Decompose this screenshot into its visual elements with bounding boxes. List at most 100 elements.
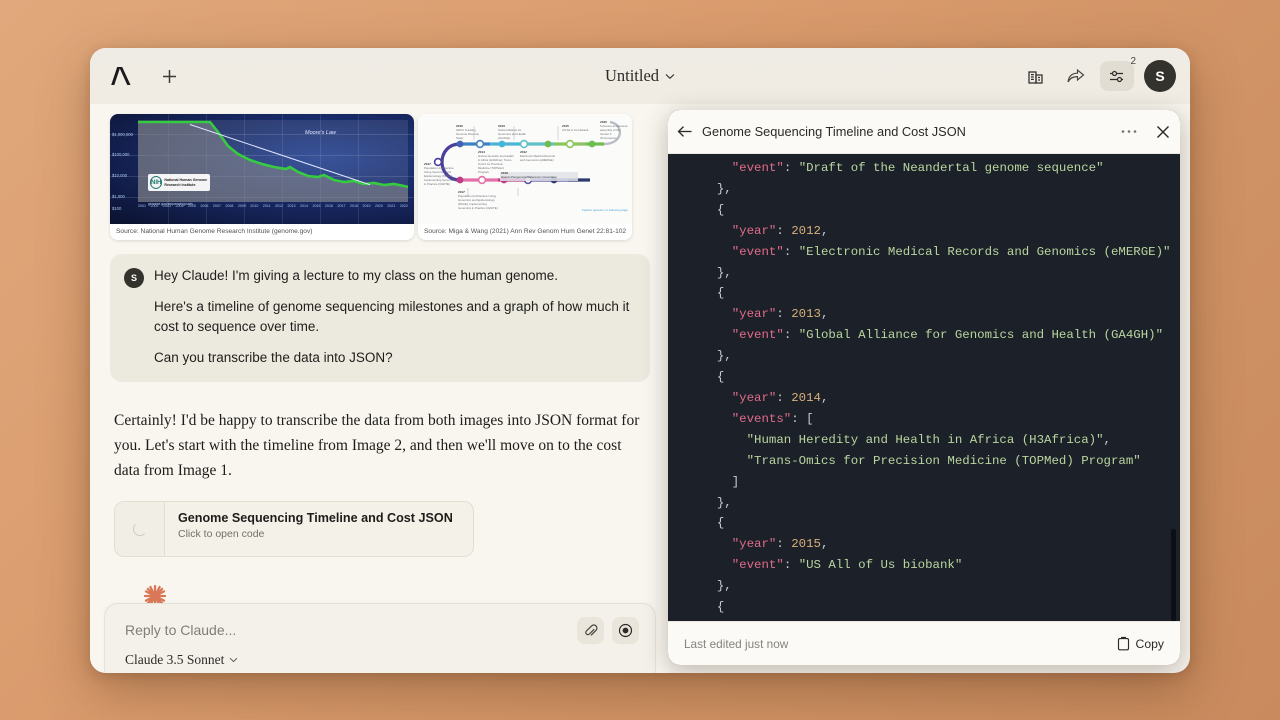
xtick: 2017: [337, 204, 345, 212]
code-token: 2013: [791, 307, 821, 321]
record-icon[interactable]: [612, 617, 639, 644]
attachment-cost-chart[interactable]: $1,000,000 $100,000 $10,000 $1,000 $100 …: [110, 114, 414, 240]
chevron-down-icon: [229, 657, 238, 663]
code-token: "event": [732, 328, 784, 342]
chat-column: $1,000,000 $100,000 $10,000 $1,000 $100 …: [90, 104, 670, 673]
window-title[interactable]: Untitled: [605, 66, 675, 86]
xtick: 2011: [263, 204, 271, 212]
code-token: [702, 537, 732, 551]
settings-badge-count: 2: [1130, 56, 1136, 67]
xtick: 2005: [188, 204, 196, 212]
tl-text: Population Architecture Using Genomics a…: [424, 166, 455, 186]
xtick: 2003: [163, 204, 171, 212]
timeline-thumbnail: 2016 GRCh Curating Genome Diversity Stud…: [418, 114, 632, 224]
model-selector[interactable]: Claude 3.5 Sonnet: [125, 652, 238, 668]
code-token: },: [702, 266, 732, 280]
code-panel-body[interactable]: "event": "Draft of the Neandertal genome…: [668, 154, 1180, 621]
code-token: ,: [821, 224, 828, 238]
xtick: 2014: [300, 204, 308, 212]
code-token: {: [702, 203, 724, 217]
code-token: :: [776, 224, 791, 238]
cost-chart-caption: Source: National Human Genome Research I…: [110, 224, 414, 240]
settings-sliders-icon[interactable]: 2: [1100, 61, 1134, 91]
xtick: 2015: [313, 204, 321, 212]
assistant-message: Certainly! I'd be happy to transcribe th…: [114, 408, 646, 609]
timeline-caption: Source: Miga & Wang (2021) Ann Rev Genom…: [418, 224, 632, 240]
code-token: [702, 454, 747, 468]
cost-chart-ytick-4: $100: [112, 206, 121, 211]
composer[interactable]: Reply to Claude... Claude 3.5 Sonnet: [104, 603, 656, 673]
xtick: 2002: [150, 204, 158, 212]
xtick: 2020: [375, 204, 383, 212]
ellipsis-icon[interactable]: [1112, 129, 1146, 134]
last-edited-label: Last edited just now: [684, 637, 788, 651]
composer-tools: [577, 617, 639, 644]
user-message-line-2: Here's a timeline of genome sequencing m…: [154, 297, 634, 337]
artifact-card[interactable]: Genome Sequencing Timeline and Cost JSON…: [114, 501, 474, 557]
code-token: ,: [821, 391, 828, 405]
code-token: ,: [821, 307, 828, 321]
code-token: [702, 433, 747, 447]
avatar[interactable]: S: [1144, 60, 1176, 92]
close-icon[interactable]: [1146, 125, 1180, 139]
code-token: : [: [791, 412, 813, 426]
tl-text: Population Architecture Using Genomics a…: [458, 194, 498, 210]
top-bar-actions: 2 S: [1020, 48, 1176, 104]
cost-chart-ytick-0: $1,000,000: [112, 132, 133, 137]
code-token: "year": [732, 307, 777, 321]
xtick: 2009: [238, 204, 246, 212]
code-token: "Draft of the Neandertal genome sequence…: [799, 161, 1104, 175]
xtick: 2006: [200, 204, 208, 212]
code-token: "Trans-Omics for Precision Medicine (TOP…: [747, 454, 1141, 468]
new-chat-button[interactable]: [156, 63, 182, 89]
share-icon[interactable]: [1060, 61, 1090, 91]
code-token: :: [776, 307, 791, 321]
nih-org-name: National Human Genome Research Institute: [164, 178, 207, 186]
artifact-title: Genome Sequencing Timeline and Cost JSON: [178, 511, 453, 525]
cost-chart-ytick-1: $100,000: [112, 152, 129, 157]
code-token: "Electronic Medical Records and Genomics…: [799, 245, 1171, 259]
code-panel-footer: Last edited just now Copy: [668, 621, 1180, 665]
reply-input-placeholder[interactable]: Reply to Claude...: [125, 622, 236, 638]
code-token: 2012: [791, 224, 821, 238]
code-scrollbar-thumb[interactable]: [1171, 529, 1176, 621]
tl-text: Telomere-to-telomere assembly of the hum…: [600, 124, 627, 140]
model-selector-label: Claude 3.5 Sonnet: [125, 652, 224, 668]
code-token: "Human Heredity and Health in Africa (H3…: [747, 433, 1104, 447]
xtick: 2004: [175, 204, 183, 212]
loading-spinner-icon: [115, 502, 165, 556]
paperclip-icon[interactable]: [577, 617, 604, 644]
user-avatar-initial: S: [131, 273, 137, 283]
attachment-timeline-diagram[interactable]: 2016 GRCh Curating Genome Diversity Stud…: [418, 114, 632, 240]
organization-icon[interactable]: [1020, 61, 1050, 91]
xtick: 2010: [250, 204, 258, 212]
code-token: "Global Alliance for Genomics and Health…: [799, 328, 1163, 342]
arrow-left-icon[interactable]: [668, 125, 702, 138]
code-token: ]: [702, 475, 739, 489]
code-token: "event": [732, 161, 784, 175]
code-token: "event": [732, 558, 784, 572]
xtick: 2018: [350, 204, 358, 212]
copy-button[interactable]: Copy: [1117, 636, 1164, 651]
code-token: 2015: [791, 537, 821, 551]
copy-button-label: Copy: [1136, 637, 1164, 651]
code-token: [702, 412, 732, 426]
code-token: :: [784, 328, 799, 342]
top-bar: Untitled: [90, 48, 1190, 104]
code-token: },: [702, 579, 732, 593]
code-content: "event": "Draft of the Neandertal genome…: [668, 158, 1180, 618]
artifact-code-panel: Genome Sequencing Timeline and Cost JSON…: [668, 110, 1180, 665]
code-token: "US All of Us biobank": [799, 558, 963, 572]
code-token: },: [702, 182, 732, 196]
user-message-line-1: Hey Claude! I'm giving a lecture to my c…: [154, 266, 634, 286]
code-token: [702, 391, 732, 405]
avatar-initial: S: [1155, 68, 1164, 84]
cost-chart-thumbnail: $1,000,000 $100,000 $10,000 $1,000 $100 …: [110, 114, 414, 224]
anthropic-logo-icon[interactable]: [108, 64, 134, 88]
code-token: "events": [732, 412, 792, 426]
code-token: [702, 558, 732, 572]
code-token: [702, 328, 732, 342]
code-token: {: [702, 286, 724, 300]
user-message: S Hey Claude! I'm giving a lecture to my…: [110, 254, 650, 382]
attachment-list: $1,000,000 $100,000 $10,000 $1,000 $100 …: [90, 104, 670, 240]
